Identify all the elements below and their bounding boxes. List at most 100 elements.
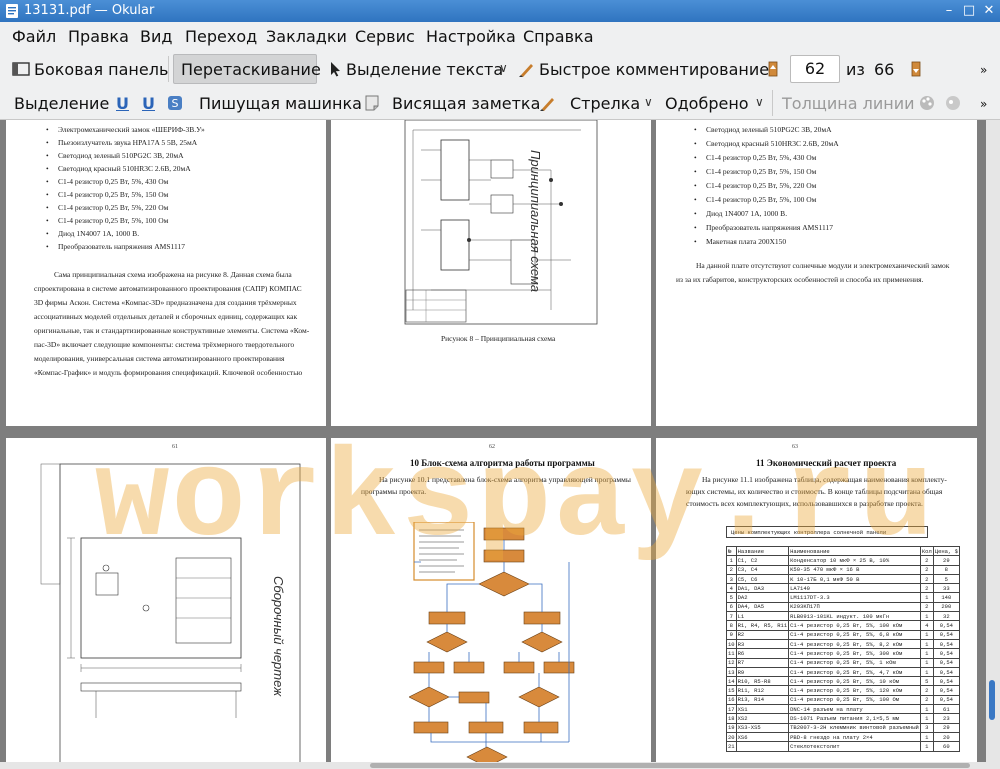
pdf-page: 63 11 Экономический расчет проекта На ри…: [656, 438, 977, 769]
page-down-icon[interactable]: [907, 60, 925, 78]
table-header-cell: Название: [735, 545, 790, 557]
table-cell: 2: [919, 573, 934, 585]
line-width-button[interactable]: Толщина линии: [782, 94, 915, 113]
menu-file[interactable]: Файл: [12, 27, 56, 46]
toolbar-overflow-icon[interactable]: »: [980, 97, 987, 111]
menu-settings[interactable]: Настройка: [426, 27, 516, 46]
toolbar-overflow-icon[interactable]: »: [980, 63, 987, 77]
list-item: С1-4 резистор 0,25 Вт, 5%, 430 Ом: [694, 153, 816, 163]
okular-app-icon: [6, 4, 18, 18]
table-cell: 1: [919, 666, 934, 678]
table-cell: С1-4 резистор 0,25 Вт, 5%, 6,8 кОм: [788, 629, 921, 640]
table-cell: 20: [726, 731, 737, 743]
page-number-input[interactable]: 62: [790, 55, 840, 83]
table-cell: 0,54: [932, 648, 960, 659]
table-cell: DNC-14 разъем на плату: [788, 704, 921, 715]
sticky-note-button[interactable]: Висящая заметка: [392, 94, 540, 113]
menu-bookmarks[interactable]: Закладки: [266, 27, 347, 46]
table-cell: 1: [919, 611, 934, 622]
drawing-title: Сборочный чертеж: [271, 576, 286, 697]
table-cell: 2: [919, 555, 934, 566]
quick-comment-icon: [519, 64, 533, 77]
typewriter-button[interactable]: Пишущая машинка: [199, 94, 362, 113]
list-item: С1-4 резистор 0,25 Вт, 5%, 150 Ом: [46, 190, 168, 200]
paragraph-line: моделирования, универсальная система авт…: [34, 354, 285, 363]
document-view[interactable]: Электромеханический замок «ШЕРИФ-3В.У» П…: [0, 120, 1000, 769]
horizontal-scrollbar[interactable]: [0, 762, 986, 769]
menu-go[interactable]: Переход: [185, 27, 257, 46]
paragraph-line: «Компас-График» и модуль формирования сп…: [34, 368, 303, 377]
table-cell: 33: [932, 583, 960, 594]
table-row: 16 R13, R14 С1-4 резистор 0,25 Вт, 5%, 100…: [726, 694, 960, 706]
table-cell: 2: [919, 601, 934, 613]
list-item: Преобразователь напряжения AMS1117: [46, 242, 185, 252]
table-cell: 200: [932, 601, 960, 613]
table-cell: 8: [932, 564, 960, 575]
table-cell: 2: [919, 685, 934, 696]
list-item: Диод 1N4007 1А, 1000 В.: [694, 209, 787, 219]
horizontal-scrollbar-thumb[interactable]: [370, 763, 970, 768]
assembly-drawing: [40, 463, 301, 768]
approved-stamp-button[interactable]: Одобрено: [665, 94, 749, 113]
vertical-scrollbar-thumb[interactable]: [989, 680, 995, 720]
list-item: Преобразователь напряжения AMS1117: [694, 223, 833, 233]
table-cell: 1: [726, 555, 737, 566]
chevron-down-icon[interactable]: ∨: [499, 61, 508, 75]
list-item: Электромеханический замок «ШЕРИФ-3В.У»: [46, 125, 205, 135]
page-up-icon[interactable]: [764, 60, 782, 78]
close-icon[interactable]: ✕: [980, 3, 998, 19]
table-header-cell: Кол: [919, 545, 934, 557]
paragraph-line: Сама принципиальная схема изображена на …: [54, 270, 292, 279]
selection-tool-button[interactable]: Выделение: [14, 94, 109, 113]
maximize-icon[interactable]: □: [960, 3, 978, 19]
pdf-page: 62 10 Блок-схема алгоритма работы програ…: [331, 438, 651, 769]
vertical-scrollbar[interactable]: [986, 120, 1000, 769]
table-cell: 0,54: [932, 676, 960, 687]
table-row: 6 DA4, DA5 K293KП17П 2 200: [726, 601, 960, 613]
pdf-page: Принципиальная схема Рисунок 8 – Принцип…: [331, 120, 651, 426]
minimize-icon[interactable]: –: [940, 3, 958, 19]
sticky-note-icon: [365, 95, 379, 111]
menu-tools[interactable]: Сервис: [355, 27, 415, 46]
section-title: 11 Экономический расчет проекта: [756, 458, 897, 468]
table-cell: DS-1071 Разъем питания 2,1×5,5 мм: [788, 713, 921, 724]
window-title: 13131.pdf — Okular: [24, 3, 155, 18]
table-cell: С1-4 резистор 0,25 Вт, 5%, 10 кОм: [788, 676, 921, 687]
quick-comment-button[interactable]: Быстрое комментирование: [539, 60, 769, 79]
table-cell: 1: [919, 704, 934, 715]
menu-view[interactable]: Вид: [140, 27, 172, 46]
table-header-cell: Цена, $: [932, 545, 960, 557]
opacity-icon[interactable]: [944, 94, 962, 112]
underline-squiggle-icon[interactable]: U: [142, 94, 155, 113]
table-cell: R13, R14: [735, 694, 790, 706]
underline-icon[interactable]: U: [116, 94, 129, 113]
table-cell: 19: [726, 722, 737, 733]
arrow-button[interactable]: Стрелка: [570, 94, 640, 113]
table-cell: LA7140: [788, 583, 921, 594]
table-row: 19 XS3-XS5 TB2007-3-2H клеммник винтовой р…: [726, 722, 960, 733]
table-row: 4 DA1, DA3 LA7140 2 33: [726, 583, 960, 594]
list-item: С1-4 резистор 0,25 Вт, 5%, 100 Ом: [694, 195, 816, 205]
table-cell: R3: [735, 638, 790, 650]
color-picker-icon[interactable]: [918, 94, 936, 112]
sidebar-button[interactable]: Боковая панель: [34, 60, 168, 79]
table-cell: 4: [919, 620, 934, 631]
menu-help[interactable]: Справка: [523, 27, 594, 46]
chevron-down-icon[interactable]: ∨: [755, 95, 764, 109]
table-cell: 2: [919, 583, 934, 594]
list-item: С1-4 резистор 0,25 Вт, 5%, 100 Ом: [46, 216, 168, 226]
table-cell: DA4, DA5: [735, 601, 790, 613]
table-cell: 1: [919, 657, 934, 668]
table-row: 1 C1, C2 Конденсатор 10 мкФ × 25 В, 10% 2 29: [726, 555, 960, 566]
table-cell: PBD-8 гнездо на плату 2×4: [788, 731, 921, 743]
paragraph-line: На рисунке 11.1 изображена таблица, соде…: [702, 475, 947, 484]
strikeout-icon[interactable]: S: [166, 94, 184, 112]
table-cell: 23: [932, 713, 960, 724]
toolbar-separator: [772, 90, 773, 116]
table-row: 18 XS2 DS-1071 Разъем питания 2,1×5,5 мм 1 2…: [726, 713, 960, 724]
table-cell: 12: [726, 657, 737, 668]
text-select-button[interactable]: Выделение текста: [346, 60, 503, 79]
menu-edit[interactable]: Правка: [68, 27, 129, 46]
title-bar[interactable]: 13131.pdf — Okular – □ ✕: [0, 0, 1000, 22]
chevron-down-icon[interactable]: ∨: [644, 95, 653, 109]
